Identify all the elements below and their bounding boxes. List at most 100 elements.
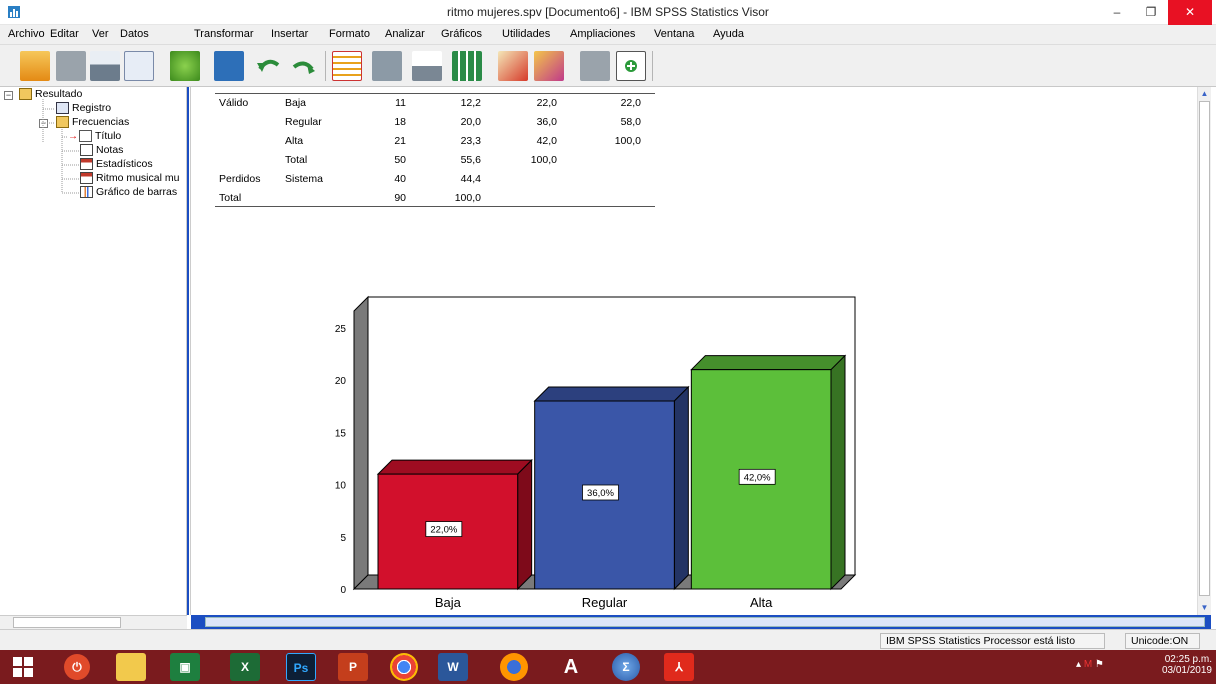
output-content: Válido Baja 11 12,2 22,0 22,0 Regular 18… [191,87,1197,615]
outline-tree-lines [42,99,79,194]
menu-formato[interactable]: Formato [329,28,370,40]
excel-icon[interactable]: X [230,653,260,681]
menu-ver[interactable]: Ver [92,28,109,40]
minimize-button[interactable]: – [1100,0,1134,25]
bar-chart[interactable]: 0 5 10 15 20 25 22,0% Baja 36,0% Regular 42,0% Alta [321,287,881,615]
row-group: Perdidos [219,173,261,185]
toolbar-separator [325,51,326,81]
spss-icon[interactable]: Σ [612,653,640,681]
clock[interactable]: 02:25 p.m. 03/01/2019 [1130,654,1212,676]
print-icon[interactable] [90,51,120,81]
cell-percent: 100,0 [454,192,481,204]
close-button[interactable]: ✕ [1168,0,1212,25]
chrome-icon[interactable] [390,653,418,681]
y-tick-label: 0 [340,585,346,596]
power-icon[interactable]: ⏻ [64,654,90,680]
scroll-up-icon[interactable]: ▲ [1198,87,1211,100]
select-last-output-icon[interactable] [580,51,610,81]
word-icon[interactable]: W [438,653,468,681]
menu-graficos[interactable]: Gráficos [441,28,482,40]
menu-insertar[interactable]: Insertar [271,28,308,40]
goto-data-icon[interactable] [332,51,362,81]
row-group: Válido [219,97,249,109]
toolbar [0,45,1216,87]
acrobat-icon[interactable]: ⅄ [664,653,694,681]
window-title: ritmo mujeres.spv [Documento6] - IBM SPS… [447,5,769,19]
cell-cumulative-percent: 22,0 [620,97,641,109]
store-icon[interactable]: ▣ [170,653,200,681]
windows-start-icon[interactable] [8,653,38,681]
recall-dialog-icon[interactable] [214,51,244,81]
save-icon[interactable] [56,51,86,81]
show-all-icon[interactable] [616,51,646,81]
row-label: Baja [285,97,307,109]
table-row: Alta 21 23,3 42,0 100,0 [215,135,655,154]
goto-variable-icon[interactable] [412,51,442,81]
cell-cumulative-percent: 100,0 [614,135,641,147]
outline-horizontal-scrollbar[interactable] [0,615,187,629]
photoshop-icon[interactable]: Ps [286,653,316,681]
menu-archivo[interactable]: Archivo [8,28,45,40]
cell-frequency: 21 [394,135,406,147]
goto-case-icon[interactable] [372,51,402,81]
cell-cumulative-percent: 58,0 [620,116,641,128]
clock-time: 02:25 p.m. [1164,654,1212,665]
row-group: Total [219,192,242,204]
table-row: Válido Baja 11 12,2 22,0 22,0 [215,97,655,116]
open-icon[interactable] [20,51,50,81]
row-label: Regular [285,116,322,128]
menu-ayuda[interactable]: Ayuda [713,28,744,40]
redo-icon[interactable] [288,51,318,81]
cell-percent: 20,0 [460,116,481,128]
taskbar: ⏻ ▣ X Ps P W A Σ ⅄ ▴ M ⚑ 02:25 p.m. 03/0… [0,650,1216,684]
unicode-status: Unicode:ON [1125,633,1200,649]
menu-transformar[interactable]: Transformar [194,28,254,40]
scroll-thumb[interactable] [13,617,121,628]
undo-icon[interactable] [254,51,284,81]
menu-datos[interactable]: Datos [120,28,149,40]
bar-side [830,354,846,591]
menu-ventana[interactable]: Ventana [654,28,694,40]
scroll-thumb[interactable] [1199,101,1210,596]
cell-percent: 12,2 [460,97,481,109]
title-bar: ritmo mujeres.spv [Documento6] - IBM SPS… [0,0,1216,25]
font-icon[interactable]: A [556,653,586,681]
table-row: Perdidos Sistema 40 44,4 [215,173,655,192]
menu-analizar[interactable]: Analizar [385,28,425,40]
tray-icons[interactable]: ▴ M ⚑ [1076,659,1104,670]
cell-valid-percent: 42,0 [536,135,557,147]
designate-window-icon[interactable] [498,51,528,81]
scroll-thumb[interactable] [205,617,1205,627]
y-tick-label: 10 [335,481,347,492]
content-horizontal-scrollbar[interactable] [191,615,1211,629]
print-preview-icon[interactable] [124,51,154,81]
table-row: Total 90 100,0 [215,192,655,211]
create-edit-autoscript-icon[interactable] [534,51,564,81]
cell-valid-percent: 100,0 [530,154,557,166]
bar-top [533,386,690,402]
data-label: 36,0% [587,488,614,499]
outline-pane: − Resultado Registro − Frecuencias → Tít… [0,87,187,615]
restore-button[interactable]: ❐ [1134,0,1168,25]
status-bar: IBM SPSS Statistics Processor está listo… [0,629,1216,650]
processor-status: IBM SPSS Statistics Processor está listo [880,633,1105,649]
file-explorer-icon[interactable] [116,653,146,681]
variables-icon[interactable] [452,51,482,81]
powerpoint-icon[interactable]: P [338,653,368,681]
clock-date: 03/01/2019 [1161,665,1212,676]
vertical-scrollbar[interactable]: ▲ ▼ [1197,87,1211,615]
y-tick-label: 20 [335,376,347,387]
menu-utilidades[interactable]: Utilidades [502,28,550,40]
cell-frequency: 40 [394,173,406,185]
menu-ampliaciones[interactable]: Ampliaciones [570,28,635,40]
scroll-down-icon[interactable]: ▼ [1198,601,1211,614]
cell-frequency: 11 [395,97,406,109]
toolbar-separator [652,51,653,81]
cell-percent: 55,6 [460,154,481,166]
x-tick-label: Baja [435,595,462,610]
firefox-icon[interactable] [500,653,528,681]
table-bottom-rule [215,206,655,207]
export-icon[interactable] [170,51,200,81]
cell-percent: 44,4 [460,173,481,185]
menu-editar[interactable]: Editar [50,28,79,40]
